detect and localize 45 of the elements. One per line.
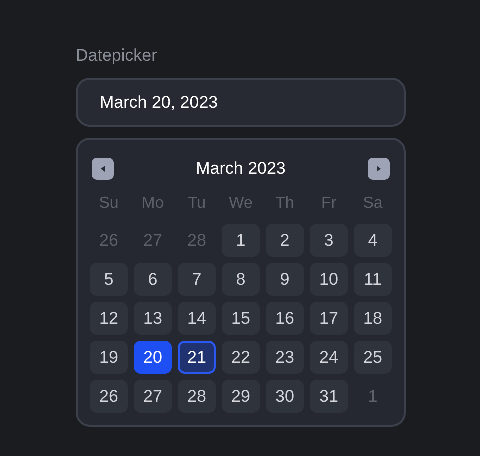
weekday-label: Th xyxy=(274,194,296,214)
day-cell[interactable]: 14 xyxy=(178,302,216,335)
day-cell[interactable]: 31 xyxy=(310,380,348,413)
day-cell[interactable]: 4 xyxy=(354,224,392,257)
day-cell[interactable]: 29 xyxy=(222,380,260,413)
weekday-label: We xyxy=(228,194,254,214)
day-cell[interactable]: 28 xyxy=(178,380,216,413)
weekday-label: Mo xyxy=(140,194,166,214)
day-cell[interactable]: 23 xyxy=(266,341,304,374)
next-month-button[interactable] xyxy=(368,158,390,180)
day-cell[interactable]: 20 xyxy=(134,341,172,374)
day-cell[interactable]: 17 xyxy=(310,302,348,335)
day-cell[interactable]: 7 xyxy=(178,263,216,296)
day-cell[interactable]: 11 xyxy=(354,263,392,296)
day-cell[interactable]: 26 xyxy=(90,380,128,413)
weekday-label: Sa xyxy=(362,194,384,214)
day-cell[interactable]: 6 xyxy=(134,263,172,296)
day-cell[interactable]: 2 xyxy=(266,224,304,257)
day-cell[interactable]: 27 xyxy=(134,380,172,413)
day-cell[interactable]: 12 xyxy=(90,302,128,335)
day-cell[interactable]: 18 xyxy=(354,302,392,335)
right-triangle-icon xyxy=(375,165,383,173)
day-cell[interactable]: 13 xyxy=(134,302,172,335)
date-input-field[interactable]: March 20, 2023 xyxy=(76,78,406,127)
day-cell[interactable]: 25 xyxy=(354,341,392,374)
field-label: Datepicker xyxy=(76,45,158,67)
weekday-label: Tu xyxy=(186,194,208,214)
day-cell[interactable]: 22 xyxy=(222,341,260,374)
day-cell[interactable]: 21 xyxy=(178,341,216,374)
weekday-label: Su xyxy=(98,194,120,214)
day-cell[interactable]: 8 xyxy=(222,263,260,296)
day-cell[interactable]: 30 xyxy=(266,380,304,413)
day-cell[interactable]: 3 xyxy=(310,224,348,257)
previous-month-button[interactable] xyxy=(92,158,114,180)
day-cell[interactable]: 1 xyxy=(222,224,260,257)
weekday-label: Fr xyxy=(320,194,338,214)
day-cell[interactable]: 9 xyxy=(266,263,304,296)
day-cell[interactable]: 5 xyxy=(90,263,128,296)
left-triangle-icon xyxy=(99,165,107,173)
day-cell[interactable]: 24 xyxy=(310,341,348,374)
day-cell[interactable]: 10 xyxy=(310,263,348,296)
day-cell[interactable]: 15 xyxy=(222,302,260,335)
month-title: March 2023 xyxy=(196,159,286,179)
day-cell[interactable]: 16 xyxy=(266,302,304,335)
day-cell[interactable]: 19 xyxy=(90,341,128,374)
